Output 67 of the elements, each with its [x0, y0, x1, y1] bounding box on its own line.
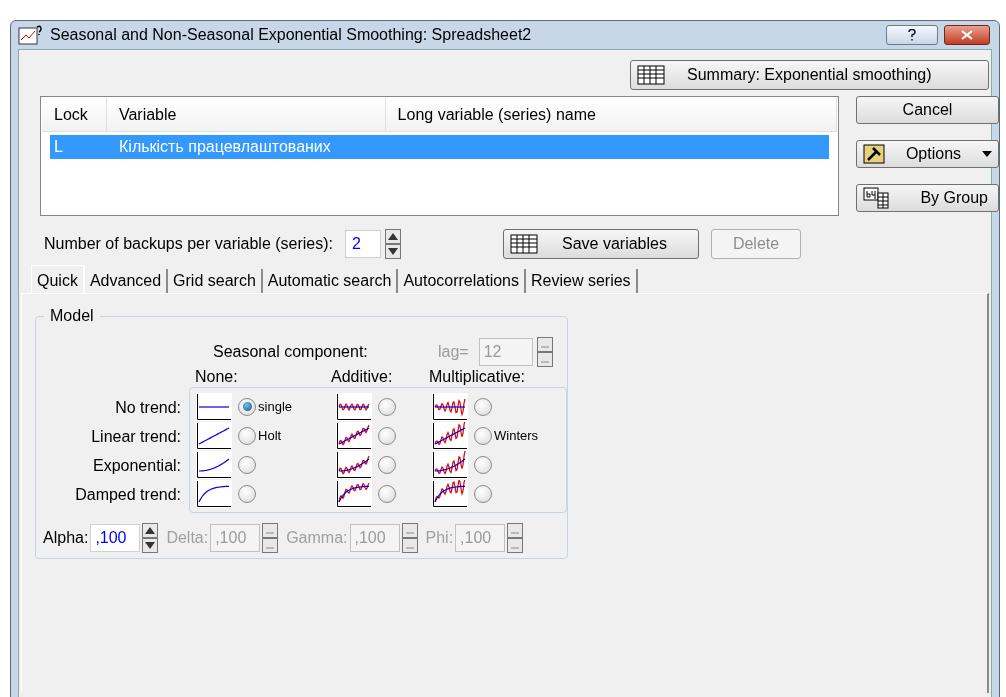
- trend-chart-icon: [432, 421, 469, 450]
- radio-button[interactable]: [474, 484, 493, 503]
- trend-chart-icon: [432, 479, 469, 508]
- spreadsheet-save-icon: [510, 234, 538, 254]
- radio-button[interactable]: [238, 426, 257, 445]
- hammer-icon: [863, 144, 885, 164]
- option-label: Winters: [494, 426, 539, 445]
- parameter-field[interactable]: ,100: [90, 524, 141, 552]
- trend-chart-icon: [336, 392, 373, 421]
- trend-label: No trend:: [115, 398, 182, 418]
- radio-button[interactable]: [238, 484, 257, 503]
- parameter-label: Gamma:: [286, 528, 348, 548]
- window-title: Seasonal and Non-Seasonal Exponential Smoothing: Spreadsheet2: [50, 25, 533, 45]
- close-button[interactable]: [944, 25, 990, 45]
- caret-icon: [982, 151, 992, 157]
- spin-buttons[interactable]: [385, 229, 401, 259]
- lock-cell-text: L: [53, 137, 64, 157]
- option-label: Holt: [258, 426, 282, 445]
- radio-button[interactable]: [378, 484, 397, 503]
- column-label: None:: [195, 367, 239, 387]
- help-button[interactable]: [886, 25, 938, 45]
- trend-label: Exponential:: [92, 456, 182, 476]
- trend-chart-icon: [336, 479, 373, 508]
- radio-button[interactable]: [378, 455, 397, 474]
- by-group-icon: [863, 187, 889, 209]
- spreadsheet-icon: [637, 65, 665, 85]
- question-mark-icon: [908, 29, 916, 41]
- trend-chart-icon: [432, 392, 469, 421]
- variable-cell-text: Кількість працевлаштованих: [118, 137, 331, 157]
- cancel-button[interactable]: Cancel: [856, 96, 999, 124]
- radio-button[interactable]: [238, 397, 257, 416]
- tab[interactable]: Quick: [31, 265, 85, 293]
- radio-button[interactable]: [474, 426, 493, 445]
- seasonal-label: Seasonal component:: [213, 342, 369, 362]
- backups-label: Number of backups per variable (series):: [44, 234, 333, 254]
- column-label: Multiplicative:: [429, 367, 526, 387]
- spin-buttons[interactable]: [142, 523, 159, 553]
- radio-button[interactable]: [378, 397, 397, 416]
- radio-button[interactable]: [378, 426, 397, 445]
- radio-button[interactable]: [474, 455, 493, 474]
- trend-chart-icon: [196, 421, 233, 450]
- radio-button[interactable]: [238, 455, 257, 474]
- column-label: Additive:: [331, 367, 394, 387]
- summary-button[interactable]: Summary: Exponential smoothing): [630, 60, 989, 90]
- column-header[interactable]: Lock: [42, 98, 107, 131]
- trend-chart-icon: [336, 421, 373, 450]
- trend-chart-icon: [196, 479, 233, 508]
- column-header[interactable]: Variable: [106, 98, 386, 131]
- radio-button[interactable]: [474, 397, 493, 416]
- trend-label: Damped trend:: [75, 485, 182, 505]
- save-variables-button[interactable]: Save variables: [503, 229, 699, 259]
- options-button[interactable]: Options: [856, 140, 999, 168]
- by-group-button[interactable]: By Group: [856, 184, 999, 212]
- trend-chart-icon: [432, 450, 469, 479]
- option-label: single: [258, 397, 292, 416]
- column-header[interactable]: Long variable (series) name: [385, 98, 837, 131]
- parameter-label: Phi:: [425, 528, 454, 548]
- backups-field[interactable]: 2: [345, 230, 381, 258]
- chart-help-icon: [18, 25, 44, 45]
- trend-label: Linear trend:: [91, 427, 182, 447]
- trend-chart-icon: [196, 392, 233, 421]
- lag-label: lag=: [438, 342, 469, 362]
- close-icon: [961, 30, 973, 40]
- trend-chart-icon: [336, 450, 373, 479]
- parameter-label: Delta:: [166, 528, 209, 548]
- trend-chart-icon: [196, 450, 233, 479]
- parameter-label: Alpha:: [43, 528, 89, 548]
